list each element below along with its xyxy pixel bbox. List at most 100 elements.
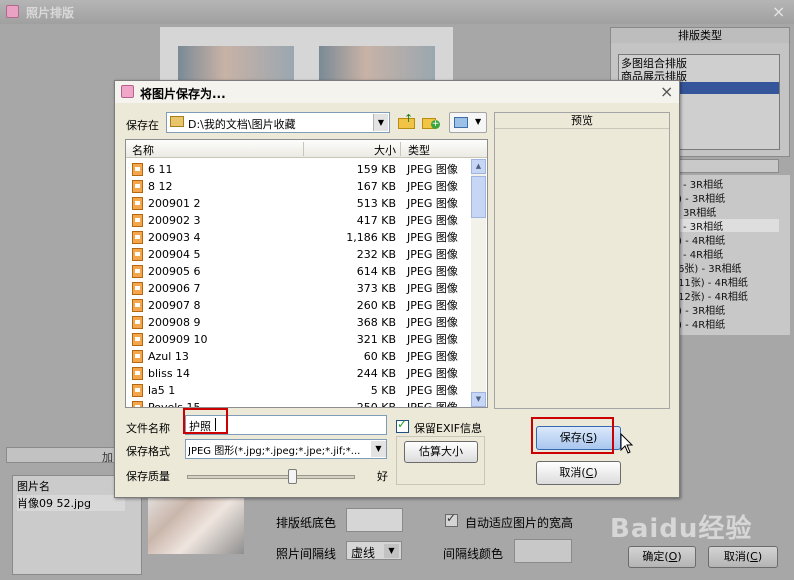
table-row[interactable]: 200904 5 232 KB JPEG 图像 [126, 246, 469, 263]
file-icon [132, 214, 143, 227]
quality-thumb[interactable] [288, 469, 297, 484]
file-size: 321 KB [356, 333, 396, 346]
file-type: JPEG 图像 [407, 163, 458, 176]
size-item[interactable]: ) - 4R相纸 [678, 232, 725, 247]
view-menu-icon[interactable]: ▼ [449, 112, 487, 133]
size-item[interactable]: - 4R相纸 [683, 246, 723, 261]
column-size-header[interactable]: 大小 [374, 142, 396, 158]
file-size: 260 KB [356, 299, 396, 312]
file-icon [132, 265, 143, 278]
layout-type-header: 排版类型 [611, 28, 789, 43]
table-row[interactable]: 200903 4 1,186 KB JPEG 图像 [126, 229, 469, 246]
column-divider [400, 142, 401, 156]
file-type: JPEG 图像 [407, 333, 458, 346]
photo-list-item[interactable]: 肖像09 52.jpg [17, 495, 125, 511]
spacing-label: 照片间隔线 [276, 547, 337, 561]
table-row[interactable]: 200905 6 614 KB JPEG 图像 [126, 263, 469, 280]
file-list-header [126, 140, 487, 158]
save-in-label: 保存在 [126, 119, 159, 132]
size-item[interactable]: ) - 4R相纸 [678, 316, 725, 331]
file-name: 200908 9 [148, 316, 201, 329]
table-row[interactable]: 8 12 167 KB JPEG 图像 [126, 178, 469, 195]
folder-up-icon[interactable]: ↑ [398, 112, 415, 129]
size-item[interactable]: - 3R相纸 [683, 176, 723, 191]
scroll-down-icon[interactable]: ▼ [471, 392, 486, 407]
estimate-size-button[interactable]: 估算大小 [404, 441, 478, 463]
file-type: JPEG 图像 [407, 299, 458, 312]
file-icon [132, 299, 143, 312]
file-size: 373 KB [356, 282, 396, 295]
file-icon [132, 231, 143, 244]
back-close-icon[interactable]: × [772, 2, 785, 21]
table-row[interactable]: bliss 14 244 KB JPEG 图像 [126, 365, 469, 382]
table-row[interactable]: 200906 7 373 KB JPEG 图像 [126, 280, 469, 297]
file-icon [132, 401, 143, 407]
app-icon [121, 85, 134, 98]
photo-list-header: 图片名 [17, 480, 50, 493]
size-item[interactable]: 12张) - 4R相纸 [678, 288, 748, 303]
back-cancel-button[interactable]: 取消(C) [708, 546, 778, 568]
size-item[interactable]: - 3R相纸 [683, 218, 723, 233]
file-icon [132, 350, 143, 363]
file-list[interactable]: 名称 大小 类型 6 11 159 KB JPEG 图像 8 12 167 KB JPE… [125, 139, 488, 408]
file-name: 200906 7 [148, 282, 201, 295]
folder-up-arrow: ↑ [404, 112, 414, 125]
table-row[interactable]: Povels 15 250 KB JPEG 图像 [126, 399, 469, 407]
table-row[interactable]: 200908 9 368 KB JPEG 图像 [126, 314, 469, 331]
format-label: 保存格式 [126, 445, 170, 458]
table-row[interactable]: 200909 10 321 KB JPEG 图像 [126, 331, 469, 348]
table-row[interactable]: 200902 3 417 KB JPEG 图像 [126, 212, 469, 229]
file-type: JPEG 图像 [407, 197, 458, 210]
quality-slider[interactable] [185, 469, 357, 485]
close-icon[interactable]: × [660, 82, 673, 101]
spacing-color-swatch[interactable] [514, 539, 572, 563]
spacing-select-value: 虚线 [351, 546, 376, 560]
dialog-title: 将图片保存为... [140, 87, 226, 101]
size-item[interactable]: 3R相纸 [683, 204, 716, 219]
new-folder-icon[interactable]: + [422, 114, 440, 130]
file-rows: 6 11 159 KB JPEG 图像 8 12 167 KB JPEG 图像 2009… [126, 161, 469, 407]
table-row[interactable]: 200901 2 513 KB JPEG 图像 [126, 195, 469, 212]
file-type: JPEG 图像 [407, 282, 458, 295]
back-window-title: 照片排版 [26, 6, 75, 20]
file-icon [132, 316, 143, 329]
file-icon [132, 333, 143, 346]
file-name: Azul 13 [148, 350, 189, 363]
estimate-label: 估算大小 [419, 445, 463, 458]
dropdown-arrow-icon[interactable]: ▼ [373, 114, 388, 131]
preview-header: 预览 [495, 113, 669, 129]
file-size: 250 KB [303, 399, 396, 407]
table-row[interactable]: Azul 13 60 KB JPEG 图像 [126, 348, 469, 365]
table-row[interactable]: 200907 8 260 KB JPEG 图像 [126, 297, 469, 314]
back-ok-button[interactable]: 确定(O) [628, 546, 696, 568]
file-type: JPEG 图像 [407, 350, 458, 363]
save-in-path: D:\我的文档\图片收藏 [188, 118, 296, 131]
file-name: 8 12 [148, 180, 173, 193]
dropdown-arrow-icon[interactable]: ▼ [371, 441, 386, 457]
size-item[interactable]: ) - 3R相纸 [678, 302, 725, 317]
bg-color-swatch[interactable] [346, 508, 403, 532]
file-type: JPEG 图像 [407, 180, 458, 193]
scroll-up-icon[interactable]: ▲ [471, 159, 486, 174]
table-row[interactable]: la5 1 5 KB JPEG 图像 [126, 382, 469, 399]
add-photo-label: 加 [102, 451, 113, 464]
file-name: 200905 6 [148, 265, 201, 278]
preview-pane [494, 112, 670, 409]
size-item[interactable]: 6张) - 3R相纸 [678, 260, 742, 275]
file-size: 417 KB [356, 214, 396, 227]
file-size: 368 KB [356, 316, 396, 329]
column-name-header[interactable]: 名称 [132, 142, 154, 158]
filename-highlight [183, 408, 228, 434]
size-item[interactable]: ) - 3R相纸 [678, 190, 725, 205]
file-type: JPEG 图像 [407, 265, 458, 278]
size-item[interactable]: 11张) - 4R相纸 [678, 274, 748, 289]
file-icon [132, 384, 143, 397]
file-size: 244 KB [356, 367, 396, 380]
table-row[interactable]: 6 11 159 KB JPEG 图像 [126, 161, 469, 178]
file-size: 159 KB [356, 163, 396, 176]
file-name: 6 11 [148, 163, 173, 176]
cancel-button[interactable]: 取消(C) [536, 461, 621, 485]
column-type-header[interactable]: 类型 [408, 142, 430, 158]
mouse-cursor-svg [620, 432, 634, 454]
scroll-thumb[interactable] [471, 176, 486, 218]
